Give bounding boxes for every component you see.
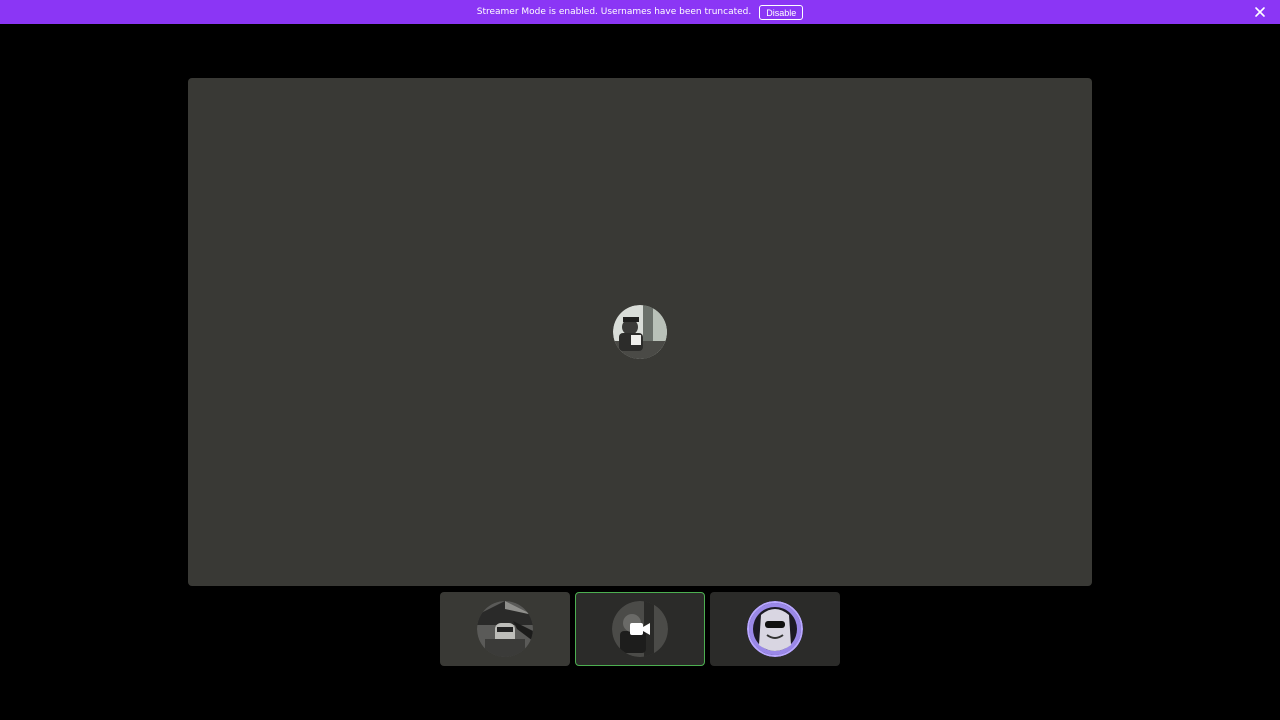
avatar: [611, 600, 668, 657]
streamer-mode-banner: Streamer Mode is enabled. Usernames have…: [0, 0, 1280, 24]
participant-tile[interactable]: [440, 592, 570, 666]
video-camera-icon: [629, 621, 650, 637]
participant-tile[interactable]: [710, 592, 840, 666]
participant-tile-selected[interactable]: [575, 592, 705, 666]
main-video-stage[interactable]: [188, 78, 1092, 586]
streamer-mode-message: Streamer Mode is enabled. Usernames have…: [476, 7, 752, 17]
avatar: [477, 601, 533, 657]
focused-participant-avatar: [613, 305, 667, 359]
avatar: [747, 601, 803, 657]
close-icon[interactable]: [1252, 4, 1268, 20]
participant-tiles: [440, 592, 840, 666]
disable-streamer-mode-button[interactable]: Disable: [759, 4, 804, 20]
